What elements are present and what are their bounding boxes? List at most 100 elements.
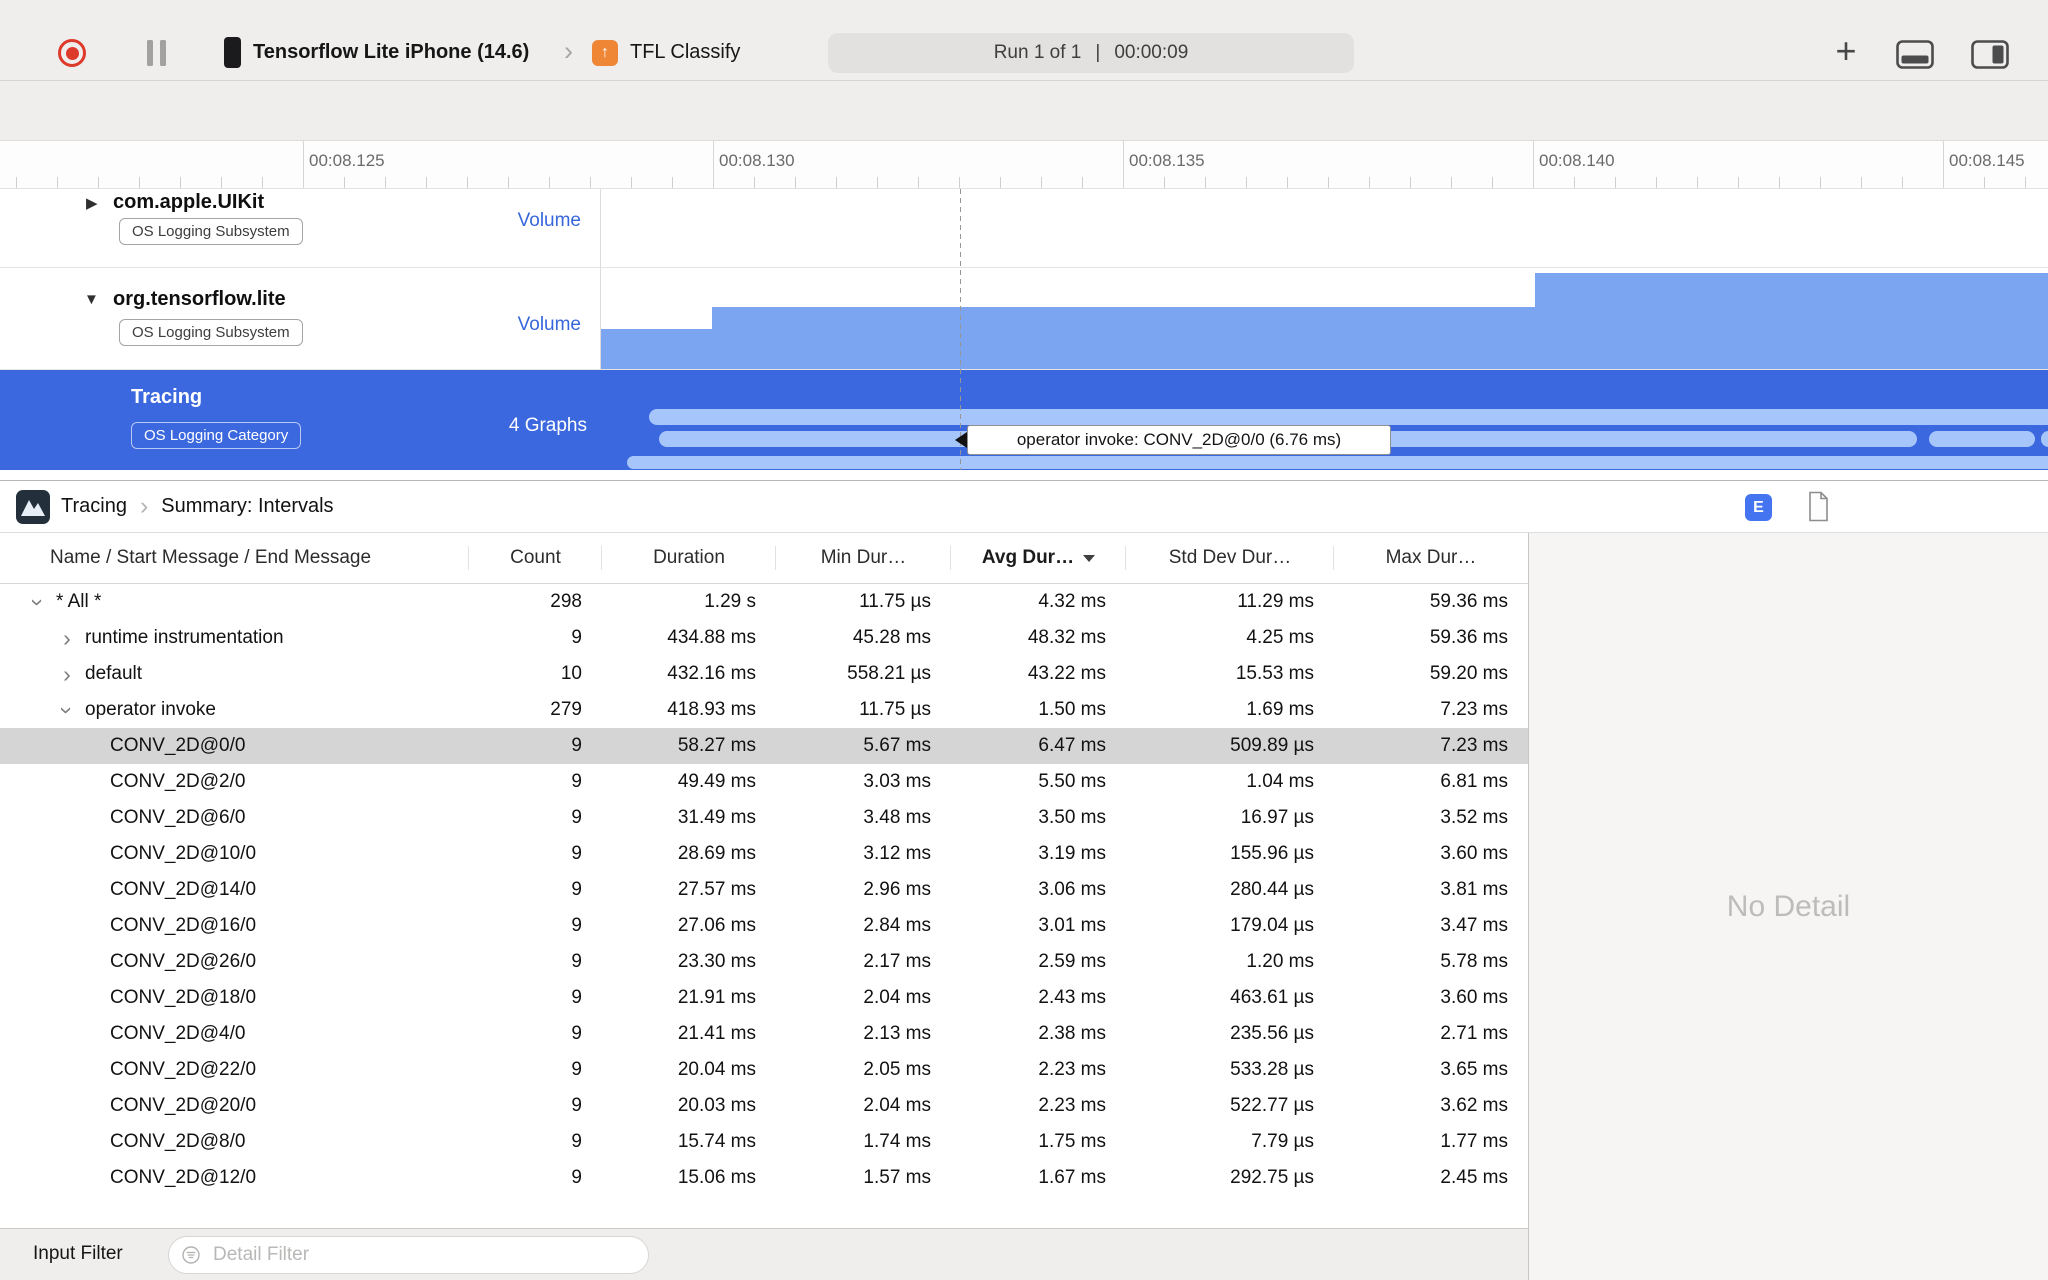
track-header: org.tensorflow.lite OS Logging Subsystem… [0, 268, 601, 369]
run-separator: | [1095, 42, 1101, 63]
device-target-label[interactable]: Tensorflow Lite iPhone (14.6) [253, 41, 529, 64]
track-badge: OS Logging Category [131, 422, 302, 449]
table-row[interactable]: CONV_2D@2/0 9 49.49 ms 3.03 ms 5.50 ms 1.04 m… [0, 764, 1528, 800]
toggle-bottom-pane-button[interactable] [1896, 40, 1934, 69]
timeline-ruler[interactable]: 00:08.125 00:08.130 00:08.135 00:08.140 … [0, 141, 2048, 189]
column-header-min[interactable]: Min Dur… [776, 533, 951, 583]
table-row[interactable]: CONV_2D@20/0 9 20.03 ms 2.04 ms 2.23 ms 522.7… [0, 1088, 1528, 1124]
record-button[interactable] [58, 39, 86, 67]
table-row[interactable]: CONV_2D@22/0 9 20.04 ms 2.05 ms 2.23 ms 533.2… [0, 1052, 1528, 1088]
table-row-selected[interactable]: CONV_2D@0/0 9 58.27 ms 5.67 ms 6.47 ms 509.89… [0, 728, 1528, 764]
interval-tooltip: operator invoke: CONV_2D@0/0 (6.76 ms) [967, 425, 1391, 455]
summary-table-pane: Name / Start Message / End Message Count… [0, 533, 1528, 1280]
interval-bar [649, 409, 2048, 425]
pause-button[interactable] [147, 40, 166, 66]
disclosure-chevron-icon[interactable] [57, 625, 77, 651]
track-row-tracing-selected[interactable]: Tracing OS Logging Category 4 Graphs ope… [0, 370, 2048, 470]
disclosure-chevron-icon[interactable] [57, 661, 77, 687]
track-header: Tracing OS Logging Category 4 Graphs [0, 370, 601, 470]
track-row-tensorflow[interactable]: org.tensorflow.lite OS Logging Subsystem… [0, 268, 2048, 370]
interval-bar [2041, 431, 2048, 447]
table-header: Name / Start Message / End Message Count… [0, 533, 1528, 584]
disclosure-chevron-icon[interactable] [28, 589, 48, 615]
table-row[interactable]: CONV_2D@4/0 9 21.41 ms 2.13 ms 2.38 ms 235.56… [0, 1016, 1528, 1052]
add-instrument-button[interactable] [1833, 33, 1859, 69]
track-meta-label[interactable]: Volume [518, 314, 581, 336]
track-lane[interactable] [601, 189, 2048, 267]
time-tick-label: 00:08.135 [1129, 151, 1205, 170]
column-header-avg[interactable]: Avg Dur… [951, 533, 1126, 583]
app-icon [592, 40, 618, 66]
table-row[interactable]: CONV_2D@18/0 9 21.91 ms 2.04 ms 2.43 ms 463.6… [0, 980, 1528, 1016]
table-row[interactable]: CONV_2D@12/0 9 15.06 ms 1.57 ms 1.67 ms 292.7… [0, 1160, 1528, 1196]
major-tick [713, 141, 714, 188]
major-tick [1943, 141, 1944, 188]
time-tick-label: 00:08.145 [1949, 151, 2025, 170]
time-tick-label: 00:08.125 [309, 151, 385, 170]
chevron-right-icon [564, 36, 573, 67]
pause-bar-icon [147, 40, 153, 66]
table-row[interactable]: CONV_2D@10/0 9 28.69 ms 3.12 ms 3.19 ms 155.9… [0, 836, 1528, 872]
column-header-name[interactable]: Name / Start Message / End Message [0, 533, 469, 583]
extended-detail-button[interactable]: E [1745, 494, 1772, 521]
major-tick [1533, 141, 1534, 188]
track-badge: OS Logging Subsystem [119, 218, 303, 245]
column-header-duration[interactable]: Duration [602, 533, 776, 583]
sort-descending-icon [1083, 554, 1096, 562]
table-body: * All *2981.29 s11.75 µs4.32 ms11.29 ms5… [0, 584, 1528, 1228]
disclosure-triangle-icon[interactable] [86, 196, 98, 211]
run-elapsed-time: 00:00:09 [1114, 42, 1189, 63]
iphone-device-icon [224, 37, 241, 68]
track-name: org.tensorflow.lite [113, 288, 286, 310]
app-target-label[interactable]: TFL Classify [630, 41, 740, 64]
column-header-stddev[interactable]: Std Dev Dur… [1126, 533, 1334, 583]
detail-filter-field [168, 1236, 649, 1274]
playhead-line [960, 189, 961, 470]
major-tick [303, 141, 304, 188]
column-header-count[interactable]: Count [469, 533, 602, 583]
table-row[interactable]: * All *2981.29 s11.75 µs4.32 ms11.29 ms5… [0, 584, 1528, 620]
toolbar: Tensorflow Lite iPhone (14.6) TFL Classi… [0, 0, 2048, 81]
track-meta-label[interactable]: 4 Graphs [509, 415, 587, 437]
track-name: Tracing [131, 386, 203, 408]
no-detail-label: No Detail [1726, 889, 1851, 923]
interval-bar [1929, 431, 2035, 447]
volume-graph [601, 273, 2048, 369]
run-counter: Run 1 of 1 [993, 42, 1082, 63]
detail-pane: No Detail [1528, 533, 2048, 1280]
table-row[interactable]: CONV_2D@14/0 9 27.57 ms 2.96 ms 3.06 ms 280.4… [0, 872, 1528, 908]
instruments-window: Tensorflow Lite iPhone (14.6) TFL Classi… [0, 0, 2048, 1280]
toggle-right-pane-button[interactable] [1971, 40, 2009, 69]
detail-breadcrumb-bar: Tracing Summary: Intervals E [0, 481, 2048, 533]
track-meta-label[interactable]: Volume [518, 210, 581, 232]
tooltip-arrow-icon [955, 432, 967, 448]
main-pane: Name / Start Message / End Message Count… [0, 533, 2048, 1280]
track-area: com.apple.UIKit OS Logging Subsystem Vol… [0, 189, 2048, 481]
document-icon[interactable] [1806, 491, 1830, 522]
disclosure-triangle-icon[interactable] [84, 292, 99, 307]
chevron-right-icon [140, 494, 148, 519]
track-lane[interactable]: operator invoke: CONV_2D@0/0 (6.76 ms) [601, 370, 2048, 470]
breadcrumb-instrument[interactable]: Tracing [61, 495, 127, 518]
table-row[interactable]: CONV_2D@26/0 9 23.30 ms 2.17 ms 2.59 ms 1.20 … [0, 944, 1528, 980]
table-row[interactable]: operator invoke279418.93 ms11.75 µs1.50 … [0, 692, 1528, 728]
table-row[interactable]: default10432.16 ms558.21 µs43.22 ms15.53… [0, 656, 1528, 692]
input-filter-label: Input Filter [33, 1243, 123, 1264]
detail-filter-input[interactable] [168, 1236, 649, 1274]
column-header-max[interactable]: Max Dur… [1334, 533, 1528, 583]
run-status-pill: Run 1 of 1 | 00:00:09 [828, 33, 1354, 73]
track-filter-bar: All Tracks Duplicate [0, 81, 2048, 216]
breadcrumb-view[interactable]: Summary: Intervals [161, 495, 333, 518]
table-row[interactable]: CONV_2D@16/0 9 27.06 ms 2.84 ms 3.01 ms 179.0… [0, 908, 1528, 944]
table-row[interactable]: runtime instrumentation9434.88 ms45.28 m… [0, 620, 1528, 656]
track-lane[interactable] [601, 268, 2048, 369]
major-tick [1123, 141, 1124, 188]
table-row[interactable]: CONV_2D@8/0 9 15.74 ms 1.74 ms 1.75 ms 7.79 µ… [0, 1124, 1528, 1160]
table-row[interactable]: CONV_2D@6/0 9 31.49 ms 3.48 ms 3.50 ms 16.97 … [0, 800, 1528, 836]
track-row-uikit[interactable]: com.apple.UIKit OS Logging Subsystem Vol… [0, 189, 2048, 268]
disclosure-chevron-icon[interactable] [57, 697, 77, 723]
time-tick-label: 00:08.140 [1539, 151, 1615, 170]
pause-bar-icon [160, 40, 166, 66]
track-header: com.apple.UIKit OS Logging Subsystem Vol… [0, 189, 601, 267]
interval-bar [627, 456, 2048, 469]
